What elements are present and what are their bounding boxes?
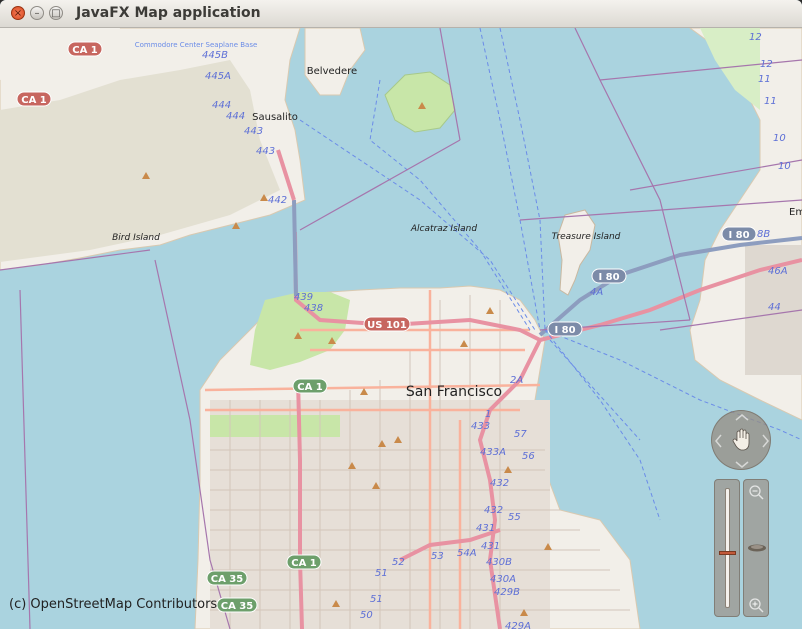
shield-ca35-a: CA 35 bbox=[211, 574, 244, 585]
svg-text:11: 11 bbox=[764, 96, 777, 107]
map-view[interactable]: CA 1 CA 1 US 101 CA 1 CA 1 CA 35 CA 35 I… bbox=[0, 28, 802, 629]
svg-text:12: 12 bbox=[760, 59, 773, 70]
svg-text:1: 1 bbox=[485, 409, 491, 420]
svg-text:2A: 2A bbox=[510, 375, 523, 386]
svg-text:4A: 4A bbox=[590, 287, 603, 298]
svg-text:431: 431 bbox=[476, 523, 495, 534]
golden-gate-bridge bbox=[292, 199, 298, 297]
label-belvedere: Belvedere bbox=[307, 66, 357, 77]
maximize-button[interactable]: □ bbox=[49, 6, 63, 20]
svg-text:433: 433 bbox=[471, 421, 490, 432]
label-bird-island: Bird Island bbox=[112, 233, 160, 243]
svg-text:54A: 54A bbox=[457, 548, 477, 559]
svg-text:10: 10 bbox=[773, 133, 786, 144]
svg-text:430B: 430B bbox=[486, 557, 512, 568]
map-attribution: (c) OpenStreetMap Contributors bbox=[9, 597, 218, 612]
window-title: JavaFX Map application bbox=[76, 5, 261, 21]
zoom-controls bbox=[743, 479, 769, 617]
shield-ca35-b: CA 35 bbox=[221, 601, 254, 612]
label-commodore: Commodore Center Seaplane Base bbox=[135, 41, 258, 49]
svg-text:52: 52 bbox=[392, 557, 405, 568]
svg-text:44: 44 bbox=[768, 302, 781, 313]
label-alcatraz: Alcatraz Island bbox=[410, 224, 478, 234]
svg-text:443: 443 bbox=[244, 126, 263, 137]
svg-text:50: 50 bbox=[360, 610, 373, 621]
svg-text:8B: 8B bbox=[757, 229, 770, 240]
label-em: Em bbox=[789, 207, 802, 218]
shield-i80-b: I 80 bbox=[598, 272, 619, 283]
zoom-level-indicator-icon bbox=[748, 544, 766, 552]
svg-text:432: 432 bbox=[490, 478, 509, 489]
label-sausalito: Sausalito bbox=[252, 112, 298, 123]
svg-text:445B: 445B bbox=[202, 50, 228, 61]
svg-text:432: 432 bbox=[484, 505, 503, 516]
zoom-out-icon[interactable] bbox=[748, 484, 764, 500]
shield-ca1-a: CA 1 bbox=[72, 45, 98, 56]
zoom-in-icon[interactable] bbox=[748, 597, 764, 613]
svg-text:10: 10 bbox=[778, 161, 791, 172]
svg-text:12: 12 bbox=[749, 32, 762, 43]
shield-ca1-b: CA 1 bbox=[21, 95, 47, 106]
svg-text:444: 444 bbox=[212, 100, 231, 111]
svg-text:53: 53 bbox=[431, 551, 444, 562]
shield-ca1-d: CA 1 bbox=[291, 558, 317, 569]
shield-i80-a: I 80 bbox=[728, 230, 749, 241]
svg-text:443: 443 bbox=[256, 146, 275, 157]
zoom-slider-track bbox=[725, 488, 730, 608]
minimize-button[interactable]: – bbox=[30, 6, 44, 20]
svg-text:442: 442 bbox=[268, 195, 287, 206]
svg-text:56: 56 bbox=[522, 451, 535, 462]
svg-text:439: 439 bbox=[294, 292, 313, 303]
zoom-slider-thumb[interactable] bbox=[719, 551, 736, 555]
svg-text:438: 438 bbox=[304, 303, 323, 314]
svg-text:429A: 429A bbox=[505, 621, 531, 629]
svg-text:55: 55 bbox=[508, 512, 521, 523]
shield-ca1-c: CA 1 bbox=[297, 382, 323, 393]
svg-text:444: 444 bbox=[226, 111, 245, 122]
svg-text:11: 11 bbox=[758, 74, 771, 85]
shield-us101: US 101 bbox=[367, 320, 407, 331]
svg-text:429B: 429B bbox=[494, 587, 520, 598]
svg-text:445A: 445A bbox=[205, 71, 231, 82]
svg-text:431: 431 bbox=[481, 541, 500, 552]
zoom-slider[interactable] bbox=[714, 479, 740, 617]
label-san-francisco: San Francisco bbox=[406, 384, 502, 400]
title-bar[interactable]: × – □ JavaFX Map application bbox=[0, 0, 802, 28]
svg-text:51: 51 bbox=[375, 568, 388, 579]
svg-text:46A: 46A bbox=[768, 266, 788, 277]
svg-text:430A: 430A bbox=[490, 574, 516, 585]
close-button[interactable]: × bbox=[11, 6, 25, 20]
app-window: × – □ JavaFX Map application CA 1 CA 1 U… bbox=[0, 0, 802, 629]
svg-text:433A: 433A bbox=[480, 447, 506, 458]
svg-text:57: 57 bbox=[514, 429, 527, 440]
pan-control[interactable] bbox=[711, 410, 771, 470]
hand-icon bbox=[732, 428, 750, 451]
svg-text:51: 51 bbox=[370, 594, 383, 605]
label-treasure-island: Treasure Island bbox=[552, 232, 621, 242]
shield-i80-c: I 80 bbox=[554, 325, 575, 336]
